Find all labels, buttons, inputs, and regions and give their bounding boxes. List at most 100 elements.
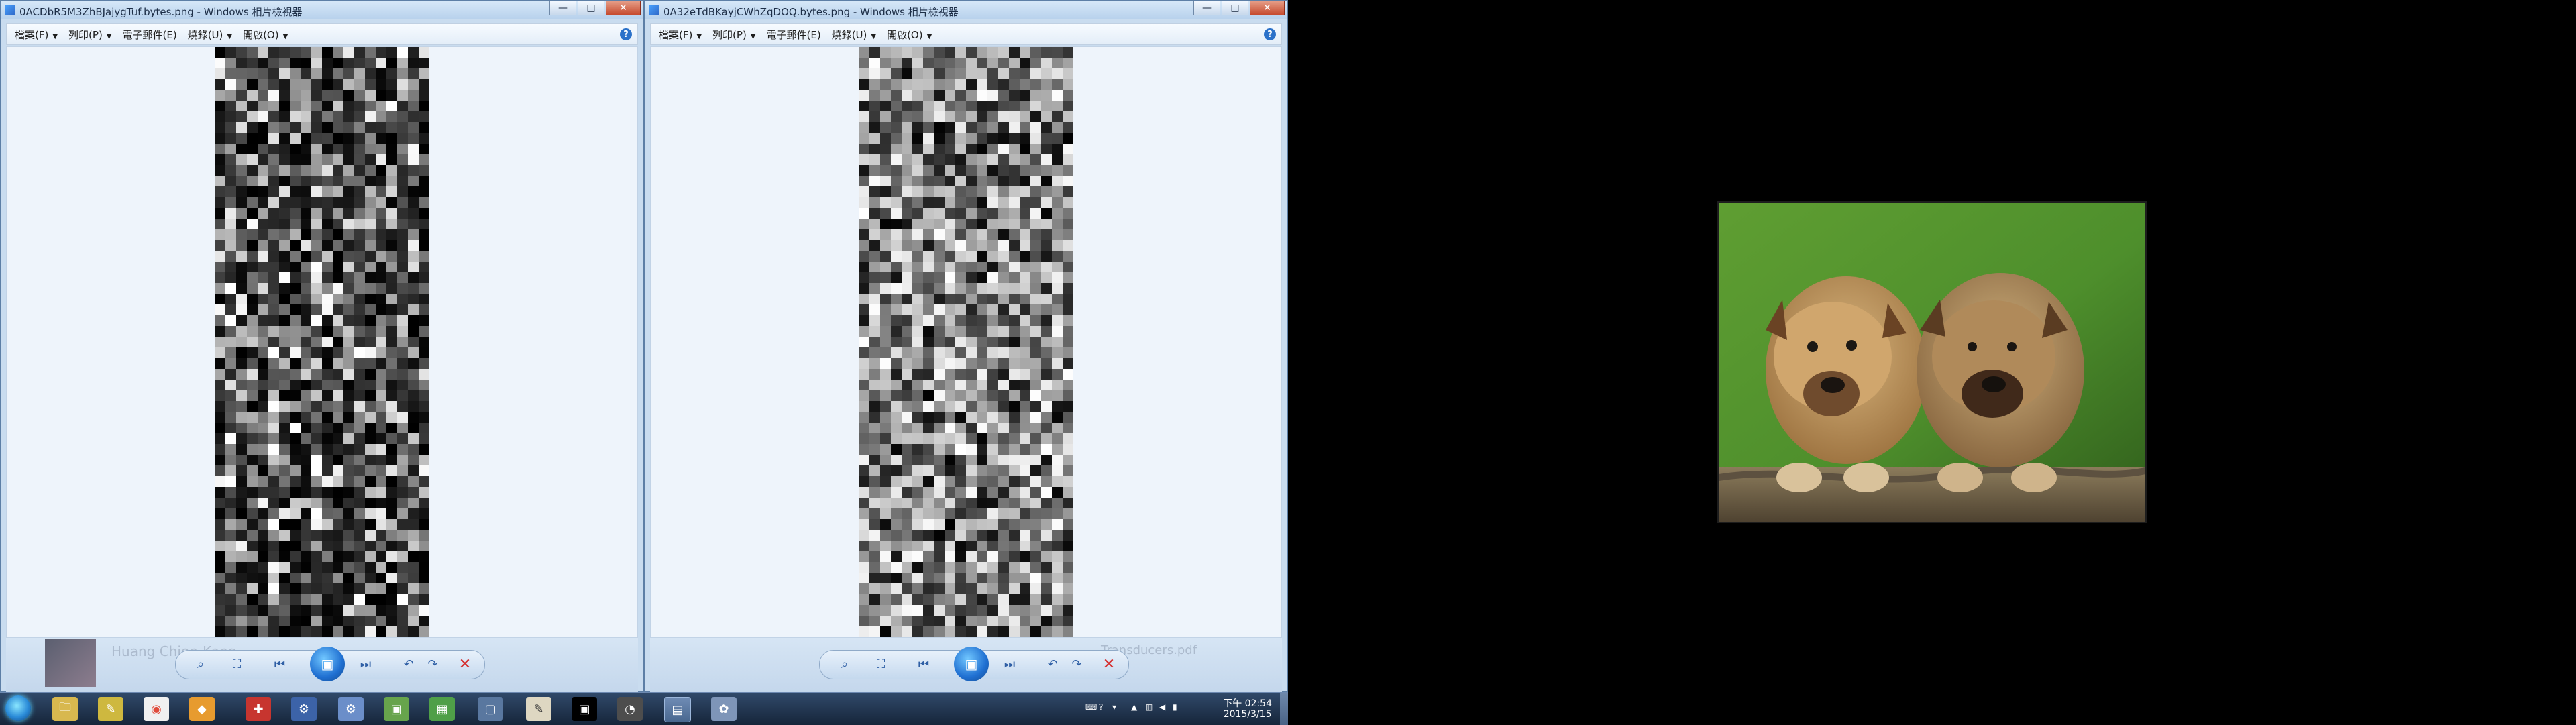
image-pixel	[859, 68, 869, 79]
image-pixel	[301, 186, 311, 197]
sticky-notes-icon[interactable]: ✎	[98, 697, 123, 721]
fit-window-icon[interactable]: ⛶	[225, 655, 248, 673]
terminal-icon[interactable]: ▣	[572, 697, 597, 721]
image-pixel	[912, 530, 923, 541]
rotate-left-icon[interactable]: ↶	[397, 655, 420, 673]
menu-open[interactable]: 開啟(O) ▼	[243, 27, 288, 42]
image-pixel	[290, 508, 301, 519]
left-titlebar[interactable]: 0ACDbR5M3ZhBJajygTuf.bytes.png - Windows…	[1, 1, 643, 19]
menu-email[interactable]: 電子郵件(E)	[767, 27, 821, 42]
notifications-icon[interactable]: ▲	[1131, 702, 1140, 712]
input-method-icon[interactable]: ▾	[1112, 702, 1122, 712]
close-button[interactable]: ✕	[1250, 1, 1285, 15]
image-pixel	[290, 79, 301, 90]
file-explorer-icon[interactable]: 🗀	[52, 697, 78, 721]
volume-icon[interactable]: ◀	[1159, 702, 1169, 712]
minimize-button[interactable]: —	[1193, 1, 1220, 15]
office-icon[interactable]: ◆	[189, 697, 215, 721]
image-pixel	[301, 347, 311, 358]
system-tray: ⌨ ? ▾ ▲ ▥ ◀ ▮ 下午 02:54 2015/3/15	[1067, 693, 1288, 725]
image-pixel	[966, 133, 977, 144]
clock[interactable]: 下午 02:54 2015/3/15	[1223, 698, 1272, 720]
slideshow-icon[interactable]: ▣	[954, 647, 989, 681]
image-pixel	[258, 573, 268, 583]
menu-file[interactable]: 檔案(F) ▼	[659, 27, 702, 42]
security-icon[interactable]: ✚	[246, 697, 271, 721]
image-pixel	[386, 176, 397, 186]
menu-burn[interactable]: 燒錄(U) ▼	[188, 27, 232, 42]
power-icon[interactable]: ▮	[1173, 702, 1182, 712]
menu-print[interactable]: 列印(P) ▼	[68, 27, 111, 42]
image-pixel	[236, 186, 247, 197]
image-pixel	[215, 358, 225, 369]
zoom-icon[interactable]: ⌕	[189, 655, 212, 673]
image-pixel	[934, 476, 945, 487]
menu-file[interactable]: 檔案(F) ▼	[15, 27, 58, 42]
image-pixel	[966, 487, 977, 498]
keyboard-icon[interactable]: ⌨	[1085, 702, 1097, 712]
image-pixel	[225, 186, 236, 197]
network-icon[interactable]: ▥	[1146, 702, 1155, 712]
image-pixel	[311, 380, 322, 390]
image-pixel	[215, 562, 225, 573]
rotate-right-icon[interactable]: ↷	[1065, 655, 1088, 673]
maximize-button[interactable]: □	[1222, 1, 1248, 15]
image-pixel	[923, 58, 934, 68]
image-pixel	[376, 583, 386, 594]
start-button[interactable]	[5, 695, 31, 721]
image-pixel	[311, 229, 322, 240]
image-pixel	[902, 144, 912, 154]
image-pixel	[215, 519, 225, 530]
rotate-right-icon[interactable]: ↷	[421, 655, 444, 673]
image-pixel	[311, 219, 322, 229]
image-pixel	[354, 562, 365, 573]
remote-desktop-icon[interactable]: ▢	[478, 697, 503, 721]
minimize-button[interactable]: —	[549, 1, 576, 15]
next-icon[interactable]: ⏭	[354, 655, 377, 673]
help-icon[interactable]: ?	[620, 28, 632, 40]
image-pixel	[891, 337, 902, 347]
menu-burn[interactable]: 燒錄(U) ▼	[832, 27, 876, 42]
image-pixel	[1030, 58, 1041, 68]
paint-icon[interactable]: ✿	[711, 697, 737, 721]
next-icon[interactable]: ⏭	[998, 655, 1021, 673]
fit-window-icon[interactable]: ⛶	[869, 655, 892, 673]
image-pixel	[902, 154, 912, 165]
image-pixel	[934, 176, 945, 186]
gear-icon[interactable]: ⚙	[338, 697, 364, 721]
image-pixel	[1030, 144, 1041, 154]
slideshow-icon[interactable]: ▣	[310, 647, 345, 681]
image-pixel	[1009, 111, 1020, 122]
right-titlebar[interactable]: 0A32eTdBKayjCWhZqDOQ.bytes.png - Windows…	[645, 1, 1287, 19]
show-desktop-button[interactable]	[1280, 693, 1288, 725]
notepad-icon[interactable]: ✎	[526, 697, 551, 721]
help-icon[interactable]: ?	[1264, 28, 1276, 40]
image-pixel	[912, 240, 923, 251]
image-pixel	[376, 229, 386, 240]
delete-icon[interactable]: ✕	[1097, 655, 1120, 673]
image-pixel	[912, 144, 923, 154]
image-pixel	[225, 519, 236, 530]
image-pixel	[987, 90, 998, 101]
help-tray-icon[interactable]: ?	[1099, 702, 1108, 712]
image-pixel	[333, 101, 343, 111]
settings-icon[interactable]: ⚙	[291, 697, 317, 721]
image-pixel	[1030, 433, 1041, 444]
menu-open[interactable]: 開啟(O) ▼	[887, 27, 932, 42]
menu-print[interactable]: 列印(P) ▼	[712, 27, 755, 42]
close-button[interactable]: ✕	[606, 1, 641, 15]
image-pixel	[891, 369, 902, 380]
android-icon[interactable]: ▣	[384, 697, 409, 721]
rotate-left-icon[interactable]: ↶	[1041, 655, 1064, 673]
previous-icon[interactable]: ⏮	[268, 655, 291, 673]
spreadsheet-icon[interactable]: ▦	[429, 697, 455, 721]
zoom-icon[interactable]: ⌕	[833, 655, 856, 673]
delete-icon[interactable]: ✕	[453, 655, 476, 673]
maximize-button[interactable]: □	[578, 1, 604, 15]
menu-email[interactable]: 電子郵件(E)	[123, 27, 177, 42]
photo-viewer-taskbar-icon[interactable]: ▤	[664, 697, 691, 722]
github-icon[interactable]: ◔	[617, 697, 643, 721]
image-pixel	[397, 390, 408, 401]
chrome-icon[interactable]: ◉	[144, 697, 169, 721]
previous-icon[interactable]: ⏮	[912, 655, 935, 673]
